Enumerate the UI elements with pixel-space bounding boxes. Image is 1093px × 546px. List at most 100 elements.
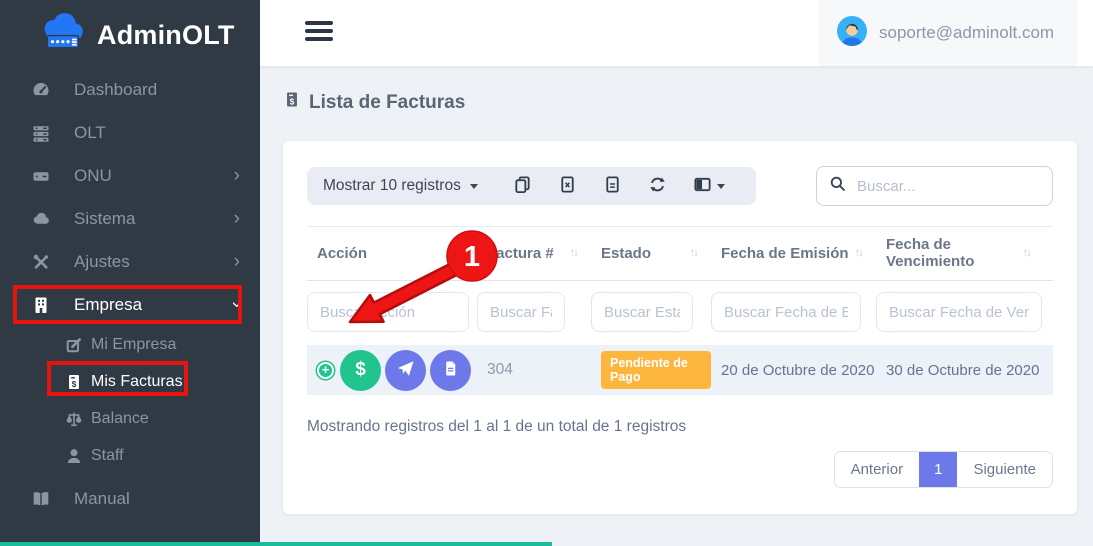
progress-strip bbox=[0, 542, 552, 546]
filter-accion-input[interactable] bbox=[307, 292, 469, 332]
cloud-icon bbox=[30, 209, 52, 229]
sidebar-item-label: Dashboard bbox=[74, 80, 157, 100]
pagination-next-button[interactable]: Siguiente bbox=[957, 452, 1052, 487]
balance-icon bbox=[64, 410, 84, 428]
send-invoice-button[interactable] bbox=[385, 350, 426, 391]
sidebar-subitem-label: Balance bbox=[91, 410, 149, 428]
pay-dollar-button[interactable]: $ bbox=[340, 350, 381, 391]
column-header-estado[interactable]: Estado ↑↓ bbox=[591, 236, 711, 270]
sidebar-item-label: Ajustes bbox=[74, 252, 130, 272]
gauge-icon bbox=[30, 80, 52, 100]
pagination-previous-button[interactable]: Anterior bbox=[835, 452, 920, 487]
book-icon bbox=[30, 489, 52, 509]
device-icon bbox=[30, 166, 52, 186]
datatable-toolbar: Mostrar 10 registros bbox=[307, 167, 756, 205]
expand-plus-icon[interactable]: + bbox=[317, 362, 334, 379]
refresh-button[interactable] bbox=[648, 175, 667, 197]
sidebar-subitem-label: Staff bbox=[91, 447, 124, 465]
sidebar-subitem-label: Mis Facturas bbox=[91, 373, 183, 391]
sidebar-item-label: Empresa bbox=[74, 295, 142, 315]
tools-icon bbox=[30, 252, 52, 272]
sidebar-item-label: Sistema bbox=[74, 209, 135, 229]
cloud-olt-logo-icon bbox=[36, 13, 88, 58]
app-window: AdminOLT Dashboard OLT ONU › bbox=[0, 0, 1093, 546]
sidebar-subitem-mi-empresa[interactable]: Mi Empresa bbox=[0, 326, 260, 363]
sidebar-item-sistema[interactable]: Sistema › bbox=[0, 197, 260, 240]
excel-icon bbox=[558, 175, 577, 197]
download-pdf-button[interactable] bbox=[430, 350, 471, 391]
menu-toggle-button[interactable] bbox=[305, 21, 333, 41]
column-header-factura[interactable]: Factura # ↑↓ bbox=[477, 236, 591, 270]
column-header-fecha-emision[interactable]: Fecha de Emisión ↑↓ bbox=[711, 236, 876, 270]
sidebar-item-manual[interactable]: Manual bbox=[0, 477, 260, 520]
brand-name: AdminOLT bbox=[97, 20, 235, 51]
main-content: $ Lista de Facturas Mostrar 10 registros bbox=[260, 66, 1093, 546]
columns-icon bbox=[693, 175, 712, 197]
pdf-file-icon bbox=[441, 359, 460, 381]
column-header-accion[interactable]: Acción ↑↓ bbox=[307, 236, 477, 270]
user-menu[interactable]: soporte@adminolt.com bbox=[819, 0, 1077, 66]
pagination-current-page[interactable]: 1 bbox=[919, 452, 957, 487]
sidebar-item-onu[interactable]: ONU › bbox=[0, 154, 260, 197]
user-avatar bbox=[837, 16, 867, 51]
search-box bbox=[816, 166, 1053, 206]
column-visibility-button[interactable] bbox=[693, 175, 725, 197]
sort-icon[interactable]: ↑↓ bbox=[1023, 247, 1031, 259]
sidebar-item-dashboard[interactable]: Dashboard bbox=[0, 68, 260, 111]
sidebar-item-label: ONU bbox=[74, 166, 112, 186]
chevron-right-icon: › bbox=[234, 166, 240, 185]
sidebar-item-olt[interactable]: OLT bbox=[0, 111, 260, 154]
length-select[interactable]: Mostrar 10 registros bbox=[323, 177, 478, 195]
facturas-card: Mostrar 10 registros bbox=[283, 141, 1077, 514]
cell-fecha-emision: 20 de Octubre de 2020 bbox=[711, 362, 876, 379]
caret-down-icon bbox=[717, 184, 725, 189]
svg-text:$: $ bbox=[72, 380, 77, 389]
file-icon bbox=[603, 175, 622, 197]
table-header-row: Acción ↑↓ Factura # ↑↓ Estado ↑↓ Fecha d… bbox=[307, 226, 1053, 281]
page-title: $ Lista de Facturas bbox=[283, 90, 1077, 115]
brand[interactable]: AdminOLT bbox=[0, 0, 260, 68]
sidebar-subitem-balance[interactable]: Balance bbox=[0, 400, 260, 437]
refresh-icon bbox=[648, 175, 667, 197]
table-info-text: Mostrando registros del 1 al 1 de un tot… bbox=[307, 418, 1053, 436]
sidebar: AdminOLT Dashboard OLT ONU › bbox=[0, 0, 260, 546]
column-header-fecha-vencimiento[interactable]: Fecha de Vencimiento ↑↓ bbox=[876, 236, 1044, 270]
search-input[interactable] bbox=[857, 178, 1040, 195]
sort-icon[interactable]: ↑↓ bbox=[855, 247, 863, 259]
dollar-icon: $ bbox=[355, 359, 366, 381]
building-icon bbox=[30, 295, 52, 315]
chevron-right-icon: › bbox=[234, 252, 240, 271]
chevron-down-icon: › bbox=[227, 301, 246, 307]
invoice-icon: $ bbox=[64, 373, 84, 391]
sidebar-subitem-staff[interactable]: Staff bbox=[0, 437, 260, 474]
topbar: soporte@adminolt.com bbox=[260, 0, 1093, 66]
copy-button[interactable] bbox=[513, 175, 532, 197]
length-select-label: Mostrar 10 registros bbox=[323, 177, 461, 195]
cell-fecha-vencimiento: 30 de Octubre de 2020 bbox=[876, 362, 1044, 379]
sidebar-item-empresa[interactable]: Empresa › bbox=[0, 283, 260, 326]
sidebar-subitem-mis-facturas[interactable]: $ Mis Facturas bbox=[0, 363, 260, 400]
pdf-export-button[interactable] bbox=[603, 175, 622, 197]
sidebar-item-label: Manual bbox=[74, 489, 130, 509]
server-icon bbox=[30, 123, 52, 143]
copy-icon bbox=[513, 175, 532, 197]
filter-fecha-vencimiento-input[interactable] bbox=[876, 292, 1042, 332]
excel-export-button[interactable] bbox=[558, 175, 577, 197]
page-title-text: Lista de Facturas bbox=[309, 92, 465, 114]
sidebar-item-ajustes[interactable]: Ajustes › bbox=[0, 240, 260, 283]
filter-fecha-emision-input[interactable] bbox=[711, 292, 861, 332]
sort-icon[interactable]: ↑↓ bbox=[690, 247, 698, 259]
search-icon bbox=[829, 175, 847, 198]
status-badge: Pendiente de Pago bbox=[601, 351, 711, 389]
sidebar-subitem-label: Mi Empresa bbox=[91, 336, 176, 354]
sidebar-item-label: OLT bbox=[74, 123, 106, 143]
table-filter-row bbox=[307, 292, 1053, 332]
caret-down-icon bbox=[470, 184, 478, 189]
sort-icon[interactable]: ↑↓ bbox=[570, 247, 578, 259]
filter-factura-input[interactable] bbox=[477, 292, 565, 332]
pagination: Anterior 1 Siguiente bbox=[307, 451, 1053, 488]
sort-icon[interactable]: ↑↓ bbox=[456, 247, 464, 259]
table-row: + $ 304 Pendiente de Pago bbox=[307, 345, 1053, 395]
filter-estado-input[interactable] bbox=[591, 292, 693, 332]
cell-factura: 304 bbox=[477, 361, 591, 379]
